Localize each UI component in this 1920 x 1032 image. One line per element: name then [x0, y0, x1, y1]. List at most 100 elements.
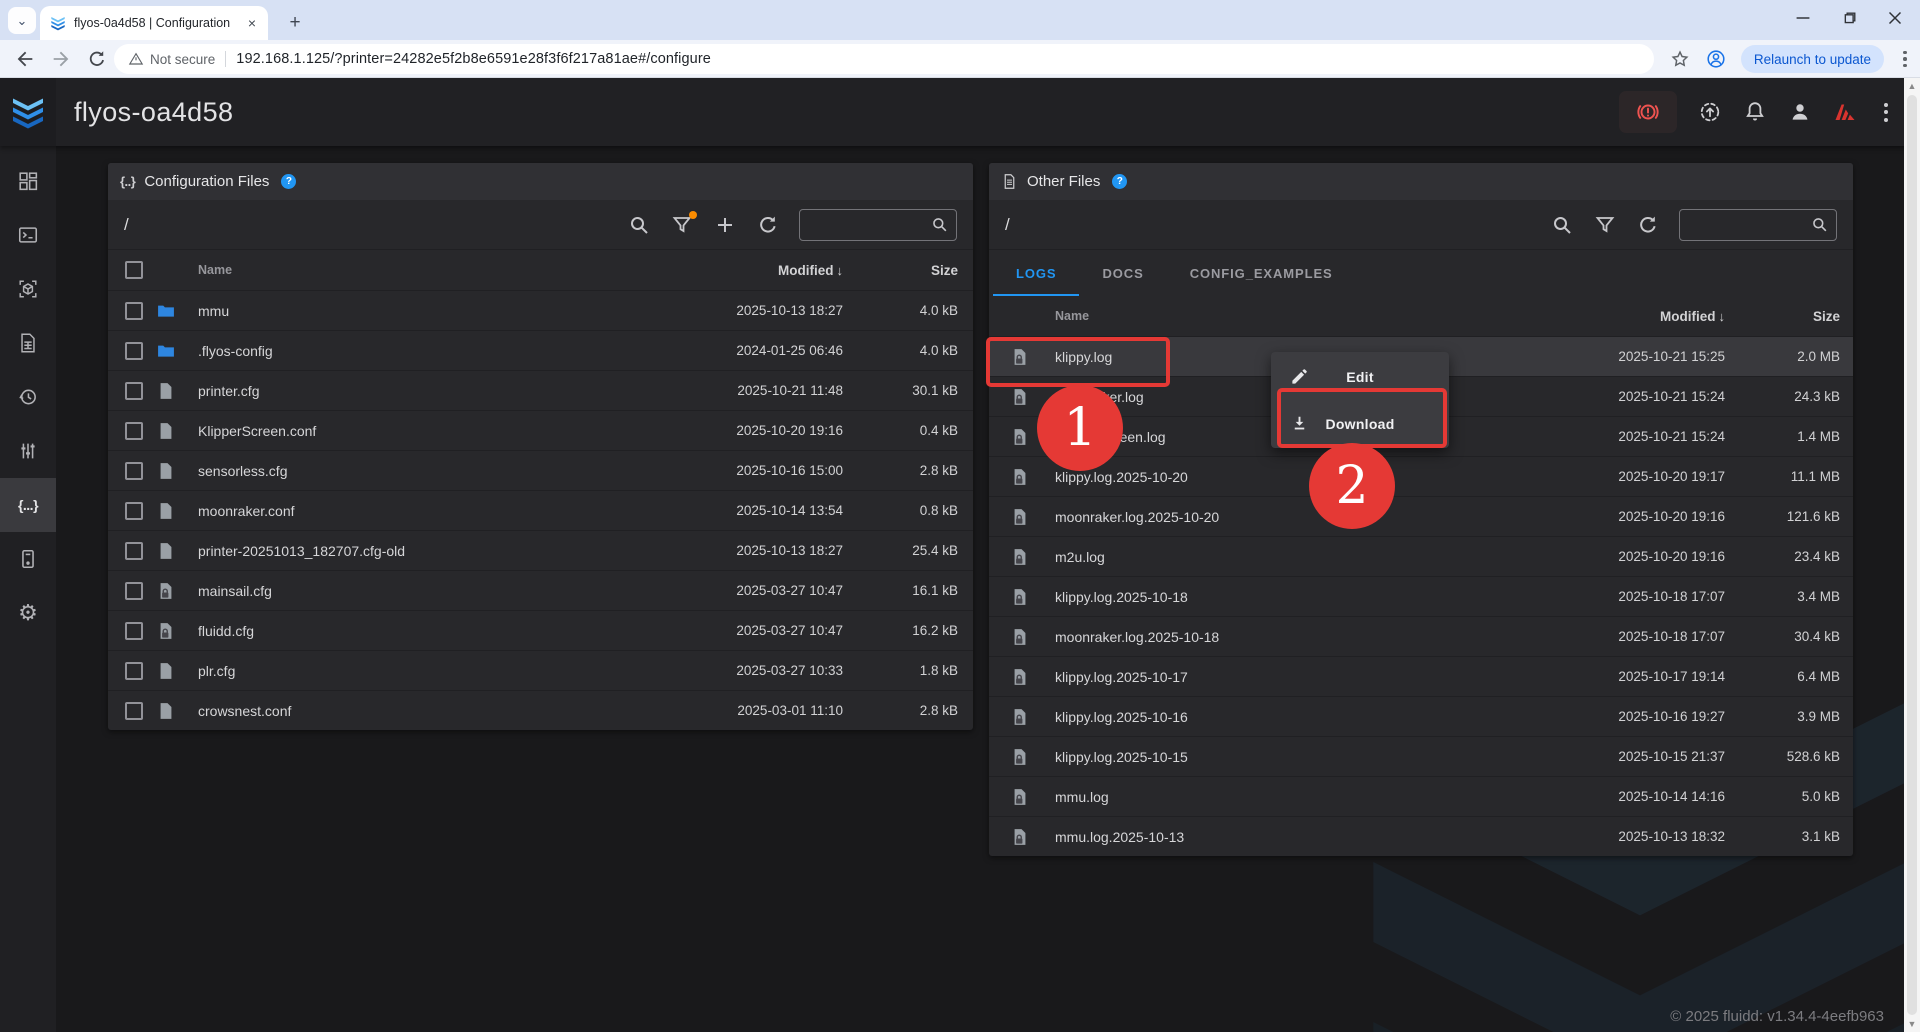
- sidebar-item-jobs[interactable]: [0, 316, 56, 370]
- table-row[interactable]: sensorless.cfg 2025-10-16 15:00 2.8 kB: [108, 450, 973, 490]
- table-row[interactable]: KlipperScreen.conf 2025-10-20 19:16 0.4 …: [108, 410, 973, 450]
- window-minimize-button[interactable]: [1780, 0, 1826, 36]
- table-row[interactable]: m2u.log 2025-10-20 19:16 23.4 kB: [989, 536, 1853, 576]
- table-row[interactable]: printer.cfg 2025-10-21 11:48 30.1 kB: [108, 370, 973, 410]
- bookmark-star-icon[interactable]: [1669, 48, 1691, 70]
- sidebar-item-console[interactable]: [0, 208, 56, 262]
- sidebar-item-settings[interactable]: ⚙: [0, 586, 56, 640]
- current-path: /: [1005, 215, 1531, 235]
- row-checkbox[interactable]: [125, 422, 143, 440]
- tab-config-examples[interactable]: CONFIG_EXAMPLES: [1167, 250, 1356, 296]
- window-maximize-button[interactable]: [1826, 0, 1872, 36]
- table-row[interactable]: moonraker.log.2025-10-18 2025-10-18 17:0…: [989, 616, 1853, 656]
- file-name: printer.cfg: [198, 383, 693, 399]
- fluidd-logo[interactable]: [0, 78, 56, 146]
- sidebar-item-system[interactable]: [0, 532, 56, 586]
- row-checkbox[interactable]: [125, 462, 143, 480]
- row-checkbox[interactable]: [125, 702, 143, 720]
- refresh-icon[interactable]: [756, 213, 780, 237]
- sidebar-item-configure[interactable]: {...}: [0, 478, 56, 532]
- relaunch-button[interactable]: Relaunch to update: [1741, 45, 1884, 73]
- table-row[interactable]: mmu.log 2025-10-14 14:16 5.0 kB: [989, 776, 1853, 816]
- search-input[interactable]: [799, 209, 957, 241]
- version-footer: © 2025 fluidd: v1.34.4-4eefb963: [1670, 1008, 1884, 1025]
- column-modified[interactable]: Modified↓: [1575, 309, 1725, 324]
- table-row[interactable]: klippy.log.2025-10-18 2025-10-18 17:07 3…: [989, 576, 1853, 616]
- window-close-button[interactable]: [1872, 0, 1918, 36]
- update-icon[interactable]: [1698, 100, 1722, 124]
- column-modified[interactable]: Modified↓: [693, 263, 843, 278]
- browser-tab[interactable]: flyos-0a4d58 | Configuration ×: [40, 6, 268, 40]
- row-checkbox[interactable]: [125, 662, 143, 680]
- sidebar-item-tune[interactable]: [0, 424, 56, 478]
- new-tab-button[interactable]: +: [282, 10, 308, 36]
- column-size[interactable]: Size: [843, 263, 973, 278]
- table-row[interactable]: moonraker.log.2025-10-20 2025-10-20 19:1…: [989, 496, 1853, 536]
- table-row[interactable]: mmu 2025-10-13 18:27 4.0 kB: [108, 290, 973, 330]
- refresh-icon[interactable]: [1636, 213, 1660, 237]
- address-bar[interactable]: Not secure 192.168.1.125/?printer=24282e…: [114, 44, 1654, 74]
- search-input[interactable]: [1679, 209, 1837, 241]
- table-row[interactable]: fluidd.cfg 2025-03-27 10:47 16.2 kB: [108, 610, 973, 650]
- back-icon[interactable]: [14, 48, 36, 70]
- row-checkbox[interactable]: [125, 502, 143, 520]
- row-checkbox[interactable]: [125, 382, 143, 400]
- forward-icon[interactable]: [50, 48, 72, 70]
- klipper-logo-icon[interactable]: [1833, 100, 1857, 124]
- security-chip[interactable]: Not secure: [128, 51, 215, 67]
- row-checkbox[interactable]: [125, 622, 143, 640]
- filter-icon[interactable]: [670, 213, 694, 237]
- row-checkbox[interactable]: [125, 302, 143, 320]
- table-row[interactable]: klippy.log.2025-10-17 2025-10-17 19:14 6…: [989, 656, 1853, 696]
- help-icon[interactable]: ?: [1112, 174, 1127, 189]
- scrollbar-thumb[interactable]: [1907, 95, 1917, 1015]
- file-name: klippy.log.2025-10-16: [1055, 709, 1575, 725]
- column-name[interactable]: Name: [1055, 309, 1575, 323]
- column-size[interactable]: Size: [1725, 309, 1853, 324]
- app-menu-icon[interactable]: [1878, 103, 1894, 122]
- table-row[interactable]: mainsail.cfg 2025-03-27 10:47 16.1 kB: [108, 570, 973, 610]
- emergency-stop-button[interactable]: [1619, 91, 1677, 133]
- row-checkbox[interactable]: [125, 582, 143, 600]
- estop-icon: [1635, 99, 1661, 125]
- table-row[interactable]: crowsnest.conf 2025-03-01 11:10 2.8 kB: [108, 690, 973, 730]
- file-name: moonraker.conf: [198, 503, 693, 519]
- file-modified: 2025-03-27 10:33: [693, 663, 843, 678]
- notifications-bell-icon[interactable]: [1743, 100, 1767, 124]
- row-checkbox[interactable]: [125, 342, 143, 360]
- scroll-up-icon[interactable]: ▲: [1908, 81, 1917, 91]
- table-row[interactable]: klippy.log.2025-10-20 2025-10-20 19:17 1…: [989, 456, 1853, 496]
- file-modified: 2025-10-20 19:17: [1575, 469, 1725, 484]
- browser-menu-icon[interactable]: [1898, 51, 1912, 68]
- column-name[interactable]: Name: [198, 263, 693, 277]
- help-icon[interactable]: ?: [281, 174, 296, 189]
- add-file-icon[interactable]: [713, 213, 737, 237]
- table-row[interactable]: klippy.log.2025-10-16 2025-10-16 19:27 3…: [989, 696, 1853, 736]
- page-scrollbar[interactable]: ▲ ▼: [1904, 78, 1920, 1032]
- scroll-down-icon[interactable]: ▼: [1908, 1019, 1917, 1029]
- profile-icon[interactable]: [1705, 48, 1727, 70]
- tab-search-chevron-icon[interactable]: ⌄: [8, 7, 36, 34]
- user-icon[interactable]: [1788, 100, 1812, 124]
- gear-icon: ⚙: [18, 602, 38, 624]
- sidebar-item-history[interactable]: [0, 370, 56, 424]
- file-name: crowsnest.conf: [198, 703, 693, 719]
- search-icon[interactable]: [1550, 213, 1574, 237]
- search-icon[interactable]: [627, 213, 651, 237]
- reload-icon[interactable]: [86, 48, 108, 70]
- table-row[interactable]: mmu.log.2025-10-13 2025-10-13 18:32 3.1 …: [989, 816, 1853, 856]
- sidebar-item-dashboard[interactable]: [0, 154, 56, 208]
- sidebar-item-gcode-preview[interactable]: [0, 262, 56, 316]
- table-row[interactable]: plr.cfg 2025-03-27 10:33 1.8 kB: [108, 650, 973, 690]
- table-row[interactable]: .flyos-config 2024-01-25 06:46 4.0 kB: [108, 330, 973, 370]
- table-row[interactable]: printer-20251013_182707.cfg-old 2025-10-…: [108, 530, 973, 570]
- select-all-checkbox[interactable]: [125, 261, 143, 279]
- file-icon: [156, 381, 198, 401]
- tab-docs[interactable]: DOCS: [1079, 250, 1166, 296]
- tab-logs[interactable]: LOGS: [993, 250, 1079, 296]
- table-row[interactable]: klippy.log.2025-10-15 2025-10-15 21:37 5…: [989, 736, 1853, 776]
- row-checkbox[interactable]: [125, 542, 143, 560]
- filter-icon[interactable]: [1593, 213, 1617, 237]
- tab-close-icon[interactable]: ×: [244, 15, 260, 31]
- table-row[interactable]: moonraker.conf 2025-10-14 13:54 0.8 kB: [108, 490, 973, 530]
